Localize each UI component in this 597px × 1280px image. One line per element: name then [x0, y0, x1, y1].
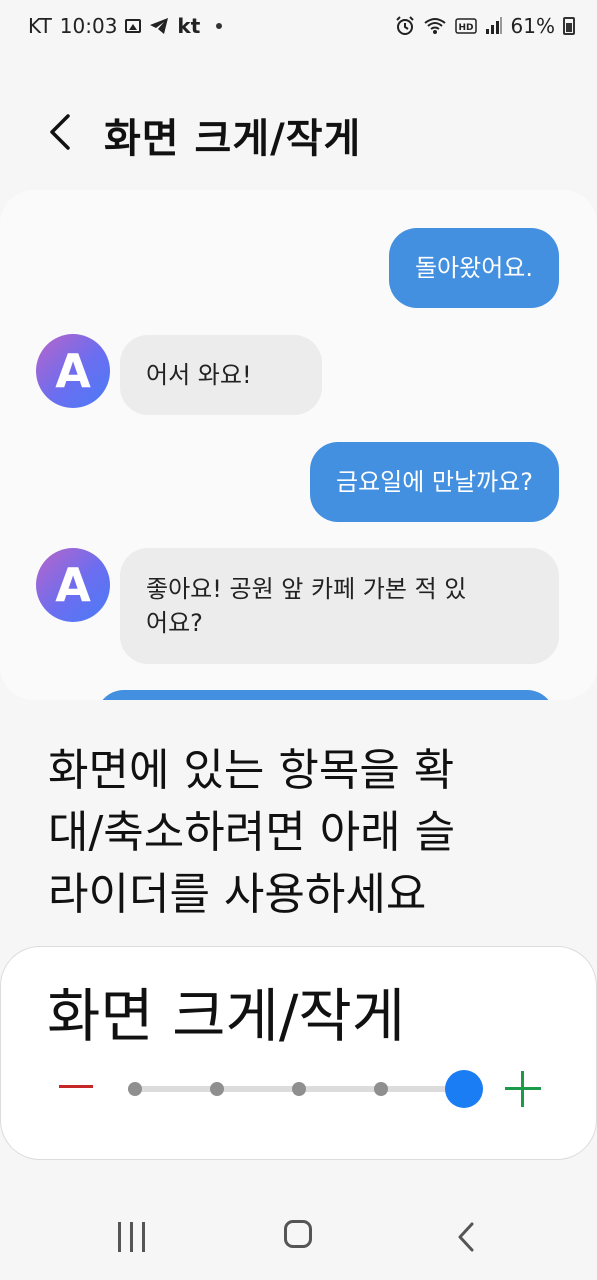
wifi-icon: [423, 18, 446, 34]
battery-percent: 61%: [510, 14, 555, 38]
chat-bubble-out-partial: [96, 690, 555, 700]
zoom-slider-thumb[interactable]: [445, 1070, 483, 1108]
carrier-label: KT: [28, 14, 52, 38]
message-text-line: 어요?: [146, 609, 203, 637]
hd-icon: HD: [454, 18, 477, 34]
preview-card: 돌아왔어요. A 어서 와요! 금요일에 만날까요? A 좋아요! 공원 앞 카…: [0, 190, 597, 700]
battery-icon: [563, 17, 575, 35]
back-icon[interactable]: [452, 1220, 480, 1254]
zoom-out-minus-icon[interactable]: [59, 1085, 93, 1088]
signal-icon: [485, 17, 502, 34]
navigation-bar: [0, 1200, 597, 1280]
chat-bubble-in: 어서 와요!: [120, 335, 322, 415]
zoom-control-sheet: 화면 크게/작게: [0, 946, 597, 1160]
notification-dot-icon: [216, 23, 223, 29]
kt-logo: kt: [177, 14, 201, 38]
recents-icon[interactable]: [116, 1222, 148, 1252]
status-bar: KT 10:03 kt HD 61%: [0, 0, 597, 54]
description-line: 대/축소하려면 아래 슬: [48, 807, 456, 858]
home-icon[interactable]: [284, 1220, 312, 1248]
chat-bubble-out: 돌아왔어요.: [388, 228, 559, 308]
chat-bubble-in: 좋아요! 공원 앞 카페 가본 적 있 어요?: [120, 548, 559, 664]
message-text: 어서 와요!: [146, 361, 252, 389]
slider-step-3[interactable]: [292, 1082, 306, 1096]
slider-step-1[interactable]: [128, 1082, 142, 1096]
avatar-letter: A: [55, 558, 91, 612]
avatar: A: [36, 548, 110, 622]
zoom-control-title: 화면 크게/작게: [47, 982, 406, 1050]
image-icon: [125, 19, 142, 33]
alarm-icon: [395, 16, 414, 35]
telegram-icon: [150, 18, 169, 34]
message-text: 금요일에 만날까요?: [335, 468, 533, 496]
status-right: HD 61%: [395, 14, 575, 38]
message-text-line: 좋아요! 공원 앞 카페 가본 적 있: [146, 575, 467, 603]
page-title: 화면 크게/작게: [104, 116, 362, 162]
status-left: KT 10:03 kt: [28, 14, 223, 38]
description-line: 화면에 있는 항목을 확: [48, 745, 455, 796]
clock: 10:03: [59, 14, 118, 38]
slider-step-4[interactable]: [374, 1082, 388, 1096]
svg-text:HD: HD: [458, 23, 473, 33]
message-text: 돌아왔어요.: [414, 254, 533, 282]
chat-bubble-out: 금요일에 만날까요?: [309, 442, 559, 522]
zoom-in-plus-icon[interactable]: [505, 1071, 541, 1107]
avatar-letter: A: [55, 344, 91, 398]
slider-step-2[interactable]: [210, 1082, 224, 1096]
back-arrow-icon[interactable]: [40, 110, 84, 154]
description-line: 라이더를 사용하세요: [48, 869, 427, 920]
description-text: 화면에 있는 항목을 확 대/축소하려면 아래 슬 라이더를 사용하세요: [48, 740, 558, 926]
header: 화면 크게/작게: [0, 100, 597, 170]
avatar: A: [36, 334, 110, 408]
